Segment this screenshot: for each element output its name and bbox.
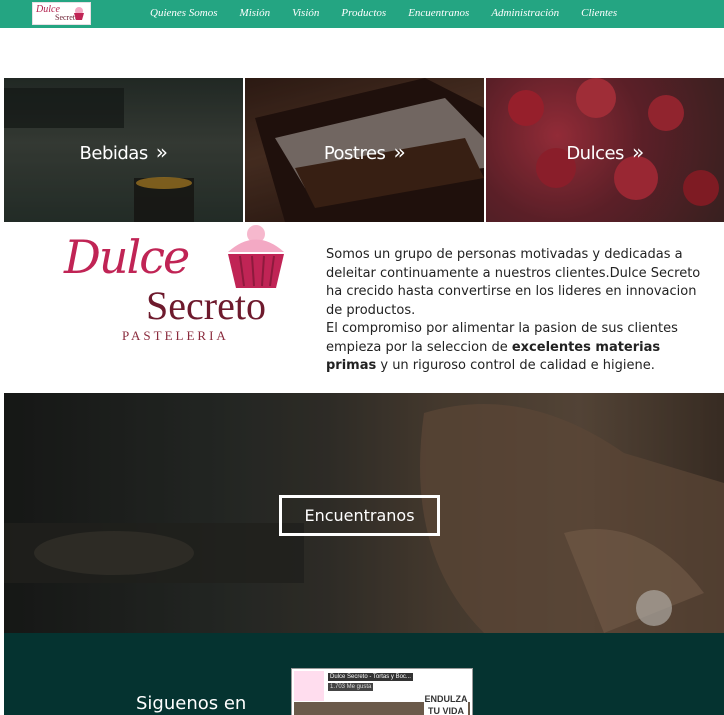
facebook-likes: 1.703 Me gusta bbox=[328, 683, 374, 691]
nav-item-quienes-somos[interactable]: Quienes Somos bbox=[150, 7, 218, 19]
nav-item-productos[interactable]: Productos bbox=[341, 7, 386, 19]
product-tile-dulces[interactable]: Dulces » bbox=[486, 78, 724, 222]
product-title-postres: Postres bbox=[323, 143, 386, 164]
logo-dulce-text: Dulce bbox=[64, 230, 190, 284]
brand-logo: Dulce Secreto PASTELERIA bbox=[50, 222, 297, 346]
encuentranos-button[interactable]: Encuentranos bbox=[279, 495, 440, 536]
nav-item-mision[interactable]: Misión bbox=[240, 7, 271, 19]
facebook-page-title[interactable]: Dulce Secreto - Tortas y Boc... bbox=[328, 673, 413, 681]
nav-item-administracion[interactable]: Administración bbox=[491, 7, 559, 19]
product-label-bebidas: Bebidas » bbox=[4, 140, 243, 164]
nav-item-clientes[interactable]: Clientes bbox=[581, 7, 617, 19]
nav-menu: Quienes Somos Misión Visión Productos En… bbox=[150, 7, 724, 19]
about-paragraph-2: El compromiso por alimentar la pasion de… bbox=[326, 320, 706, 376]
product-label-postres: Postres » bbox=[245, 140, 484, 164]
hero-banner: Encuentranos bbox=[4, 393, 724, 633]
product-label-dulces: Dulces » bbox=[486, 140, 724, 164]
nav-item-encuentranos[interactable]: Encuentranos bbox=[408, 7, 469, 19]
facebook-page-avatar bbox=[294, 671, 324, 701]
cupcake-icon bbox=[74, 7, 84, 20]
chevron-right-icon: » bbox=[155, 140, 168, 164]
facebook-widget[interactable]: Dulce Secreto - Tortas y Boc... 1.703 Me… bbox=[291, 668, 473, 715]
logo-pasteleria-text: PASTELERIA bbox=[122, 328, 229, 343]
top-navbar: Dulce Secreto Quienes Somos Misión Visió… bbox=[0, 0, 724, 28]
facebook-banner-text: ENDULZA TU VIDA bbox=[424, 691, 468, 715]
about-description: Somos un grupo de personas motivadas y d… bbox=[326, 246, 706, 376]
about-paragraph-2-end: y un riguroso control de calidad e higie… bbox=[376, 358, 655, 373]
follow-us-text: Siguenos en bbox=[136, 693, 247, 714]
product-title-dulces: Dulces bbox=[566, 143, 624, 164]
nav-item-vision[interactable]: Visión bbox=[292, 7, 319, 19]
product-tile-bebidas[interactable]: Bebidas » bbox=[4, 78, 243, 222]
logo-secreto-text: Secreto bbox=[146, 283, 266, 328]
about-paragraph-1: Somos un grupo de personas motivadas y d… bbox=[326, 247, 701, 318]
chevron-right-icon: » bbox=[393, 140, 406, 164]
chevron-right-icon: » bbox=[631, 140, 644, 164]
nav-logo[interactable]: Dulce Secreto bbox=[32, 2, 91, 25]
product-tile-postres[interactable]: Postres » bbox=[245, 78, 484, 222]
footer: Siguenos en Dulce Secreto - Tortas y Boc… bbox=[4, 633, 724, 715]
product-title-bebidas: Bebidas bbox=[79, 143, 149, 164]
